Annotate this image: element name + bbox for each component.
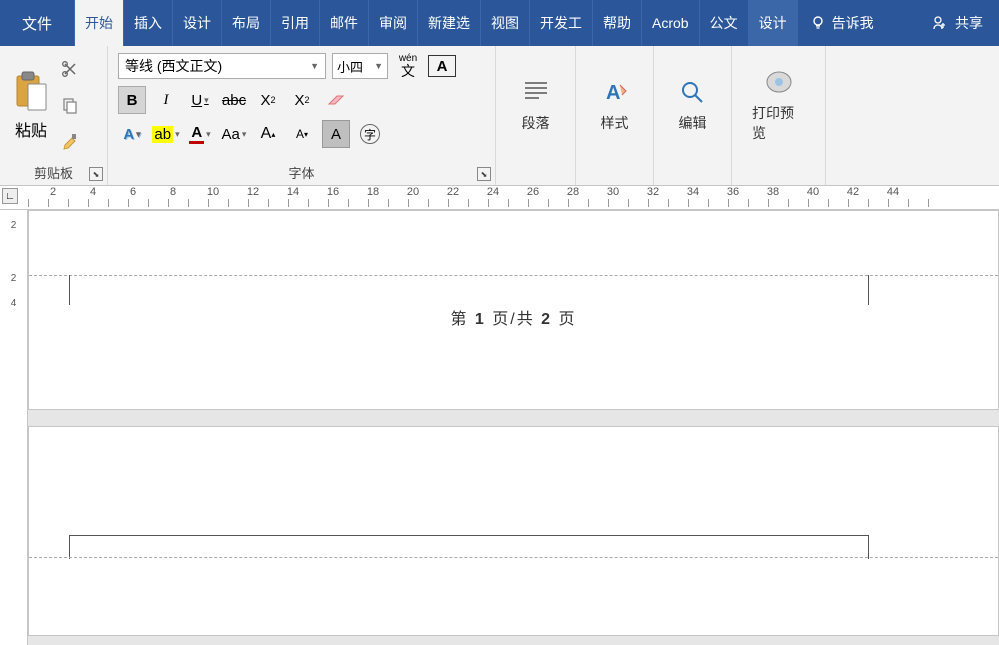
tab-selector[interactable]: ∟ bbox=[2, 188, 18, 204]
tab-references[interactable]: 引用 bbox=[271, 0, 320, 46]
font-group-label: 字体⬊ bbox=[108, 163, 495, 185]
editing-button[interactable]: 编辑 bbox=[654, 46, 731, 163]
page-2[interactable] bbox=[28, 426, 999, 636]
tab-design-context[interactable]: 设计 bbox=[749, 0, 798, 46]
tab-mailings[interactable]: 邮件 bbox=[320, 0, 369, 46]
format-painter-button[interactable] bbox=[58, 129, 82, 153]
font-color-button[interactable]: A▾ bbox=[186, 120, 214, 148]
grow-font-button[interactable]: A▴ bbox=[254, 120, 282, 148]
clipboard-launcher[interactable]: ⬊ bbox=[89, 167, 103, 181]
tab-review[interactable]: 审阅 bbox=[369, 0, 418, 46]
character-shading-button[interactable]: A bbox=[322, 120, 350, 148]
find-icon bbox=[675, 77, 711, 107]
shrink-font-button[interactable]: A▾ bbox=[288, 120, 316, 148]
ribbon: 粘贴 剪贴板⬊ 等线 (西文正文)▼ 小四▼ wén文 A B I U▾ abc bbox=[0, 46, 999, 186]
copy-button[interactable] bbox=[58, 93, 82, 117]
tab-design[interactable]: 设计 bbox=[173, 0, 222, 46]
group-font: 等线 (西文正文)▼ 小四▼ wén文 A B I U▾ abc X2 X2 A… bbox=[108, 46, 496, 185]
tab-newbuild[interactable]: 新建选 bbox=[418, 0, 481, 46]
tab-layout[interactable]: 布局 bbox=[222, 0, 271, 46]
header-boundary bbox=[29, 557, 998, 558]
eraser-icon bbox=[326, 92, 346, 108]
tab-home[interactable]: 开始 bbox=[75, 0, 124, 46]
lightbulb-icon bbox=[810, 15, 826, 31]
tell-me-label: 告诉我 bbox=[832, 13, 874, 33]
horizontal-ruler[interactable]: ∟ 24681012141618202224262830323436384042… bbox=[0, 186, 999, 210]
highlight-button[interactable]: ab▾ bbox=[152, 120, 180, 148]
group-print-preview: 打印预览 bbox=[732, 46, 826, 185]
tab-help[interactable]: 帮助 bbox=[593, 0, 642, 46]
paste-button[interactable]: 粘贴 bbox=[8, 65, 54, 145]
share-label: 共享 bbox=[955, 13, 983, 33]
styles-button[interactable]: A 样式 bbox=[576, 46, 653, 163]
tab-file[interactable]: 文件 bbox=[0, 0, 75, 46]
print-preview-icon bbox=[761, 67, 797, 97]
svg-text:A: A bbox=[606, 82, 620, 104]
group-paragraph: 段落 bbox=[496, 46, 576, 185]
underline-button[interactable]: U▾ bbox=[186, 86, 214, 114]
clear-formatting-button[interactable] bbox=[322, 86, 350, 114]
paragraph-icon bbox=[518, 77, 554, 107]
font-launcher[interactable]: ⬊ bbox=[477, 167, 491, 181]
change-case-button[interactable]: Aa▾ bbox=[220, 120, 248, 148]
paste-label: 粘贴 bbox=[15, 117, 47, 141]
cut-button[interactable] bbox=[58, 57, 82, 81]
tab-acrobat[interactable]: Acrob bbox=[642, 0, 700, 46]
italic-button[interactable]: I bbox=[152, 86, 180, 114]
share-icon bbox=[931, 14, 949, 32]
tab-gongwen[interactable]: 公文 bbox=[700, 0, 749, 46]
group-editing: 编辑 bbox=[654, 46, 732, 185]
group-styles: A 样式 bbox=[576, 46, 654, 185]
tab-developer[interactable]: 开发工 bbox=[530, 0, 593, 46]
paste-icon bbox=[12, 69, 50, 113]
text-effects-button[interactable]: A▾ bbox=[118, 120, 146, 148]
bold-button[interactable]: B bbox=[118, 86, 146, 114]
tab-insert[interactable]: 插入 bbox=[124, 0, 173, 46]
font-name-select[interactable]: 等线 (西文正文)▼ bbox=[118, 53, 326, 79]
group-clipboard: 粘贴 剪贴板⬊ bbox=[0, 46, 108, 185]
strikethrough-button[interactable]: abc bbox=[220, 86, 248, 114]
share-button[interactable]: 共享 bbox=[915, 0, 999, 46]
page-number-field[interactable]: 第 1 页/共 2 页 bbox=[29, 305, 998, 329]
paragraph-button[interactable]: 段落 bbox=[496, 46, 575, 163]
styles-icon: A bbox=[597, 77, 633, 107]
enclose-characters-button[interactable]: 字 bbox=[356, 120, 384, 148]
scissors-icon bbox=[61, 60, 79, 78]
character-border-button[interactable]: A bbox=[428, 55, 456, 77]
ribbon-tabs: 文件 开始 插入 设计 布局 引用 邮件 审阅 新建选 视图 开发工 帮助 Ac… bbox=[0, 0, 999, 46]
document-area: 224 第 1 页/共 2 页 bbox=[0, 210, 999, 645]
page-1[interactable]: 第 1 页/共 2 页 bbox=[28, 210, 999, 410]
tell-me[interactable]: 告诉我 bbox=[798, 0, 886, 46]
print-preview-button[interactable]: 打印预览 bbox=[732, 46, 825, 163]
font-size-select[interactable]: 小四▼ bbox=[332, 53, 388, 79]
clipboard-label: 剪贴板⬊ bbox=[0, 163, 107, 185]
pages-container: 第 1 页/共 2 页 bbox=[28, 210, 999, 645]
subscript-button[interactable]: X2 bbox=[254, 86, 282, 114]
superscript-button[interactable]: X2 bbox=[288, 86, 316, 114]
header-margin-box bbox=[69, 535, 869, 559]
vertical-ruler[interactable]: 224 bbox=[0, 210, 28, 645]
header-margin-box bbox=[69, 275, 869, 305]
brush-icon bbox=[61, 132, 79, 150]
copy-icon bbox=[61, 96, 79, 114]
tab-view[interactable]: 视图 bbox=[481, 0, 530, 46]
phonetic-guide-button[interactable]: wén文 bbox=[394, 52, 422, 80]
